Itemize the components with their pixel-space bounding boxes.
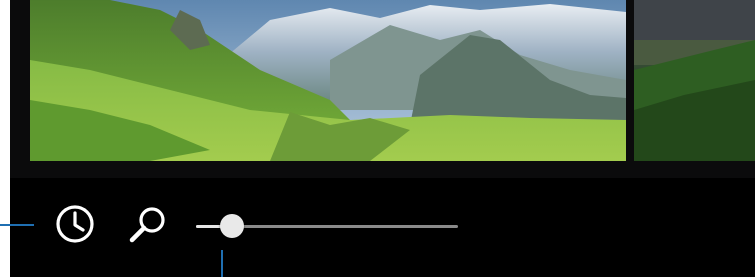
next-photo-preview[interactable] — [634, 0, 755, 161]
callout-line — [221, 250, 223, 277]
clock-icon — [56, 205, 94, 243]
zoom-slider[interactable] — [196, 212, 458, 240]
viewer-toolbar — [10, 178, 755, 277]
next-landscape-image — [634, 0, 755, 161]
slider-thumb[interactable] — [219, 214, 244, 238]
mountain-landscape-image — [30, 0, 626, 161]
callout-line — [0, 224, 34, 226]
search-button[interactable] — [124, 202, 170, 248]
magnifier-icon — [129, 207, 165, 243]
current-photo[interactable] — [30, 0, 626, 161]
photo-viewer — [10, 0, 755, 277]
history-button[interactable] — [53, 202, 97, 246]
